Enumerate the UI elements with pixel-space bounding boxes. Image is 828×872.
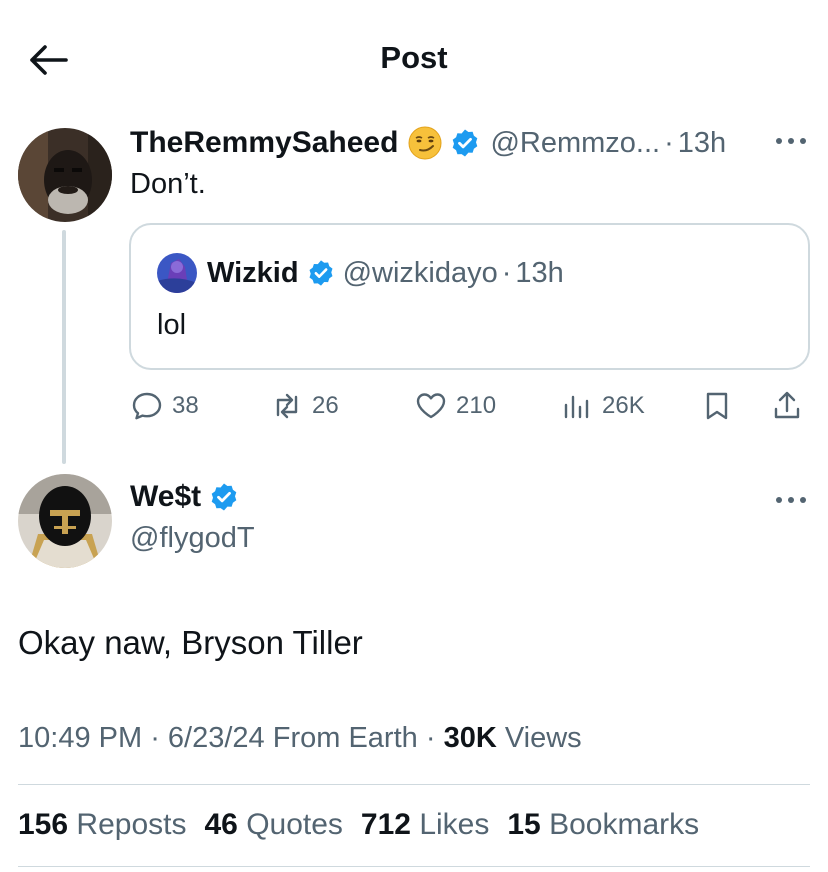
reply-icon bbox=[132, 392, 162, 420]
author-name[interactable]: TheRemmySaheed bbox=[130, 126, 398, 160]
avatar[interactable] bbox=[18, 128, 112, 222]
analytics-icon bbox=[564, 395, 589, 419]
views-count: 26K bbox=[602, 392, 645, 419]
likes-stat[interactable]: 712 Likes bbox=[361, 808, 489, 842]
parent-post-header: TheRemmySaheed @Remmzo... · 13h bbox=[130, 124, 726, 162]
views-count: 30K bbox=[443, 722, 497, 754]
top-bar: Post bbox=[0, 0, 828, 118]
more-options-icon[interactable] bbox=[776, 496, 806, 504]
thread-line bbox=[62, 230, 66, 464]
author-handle[interactable]: @flygodT bbox=[130, 522, 255, 555]
separator-dot: · bbox=[425, 722, 444, 754]
quoted-author-name: Wizkid bbox=[207, 256, 299, 289]
engagement-stats: 156 Reposts 46 Quotes 712 Likes 15 Bookm… bbox=[18, 808, 717, 842]
smirk-emoji-icon bbox=[408, 126, 442, 160]
share-button[interactable] bbox=[770, 386, 804, 426]
reply-button[interactable]: 38 bbox=[130, 386, 199, 426]
divider bbox=[18, 866, 810, 867]
verified-badge-icon bbox=[453, 129, 478, 157]
post-time[interactable]: 10:49 PM bbox=[18, 722, 142, 754]
share-icon bbox=[774, 391, 800, 419]
post-time[interactable]: 13h bbox=[678, 127, 726, 160]
reposts-label: Reposts bbox=[76, 808, 187, 841]
quoted-author-handle: @wizkidayo bbox=[342, 256, 498, 289]
repost-button[interactable]: 26 bbox=[270, 386, 339, 426]
likes-label: Likes bbox=[419, 808, 490, 841]
views-button[interactable]: 26K bbox=[560, 386, 645, 426]
quotes-stat[interactable]: 46 Quotes bbox=[204, 808, 342, 842]
reply-count: 38 bbox=[172, 392, 199, 419]
quoted-post-text: lol bbox=[157, 309, 187, 341]
main-post-header: We$t bbox=[130, 480, 239, 514]
post-source: From Earth bbox=[272, 722, 418, 754]
author-name[interactable]: We$t bbox=[130, 480, 201, 514]
reposts-count: 156 bbox=[18, 808, 69, 841]
separator-dot: · bbox=[501, 256, 512, 289]
post-metadata: 10:49 PM · 6/23/24 From Earth · 30K View… bbox=[18, 722, 582, 755]
bookmarks-stat[interactable]: 15 Bookmarks bbox=[507, 808, 699, 842]
author-handle[interactable]: @Remmzo... bbox=[490, 127, 660, 160]
views-label: Views bbox=[504, 722, 582, 754]
post-text: Okay naw, Bryson Tiller bbox=[18, 624, 363, 661]
bookmark-button[interactable] bbox=[700, 386, 734, 426]
divider bbox=[18, 784, 810, 785]
like-button[interactable]: 210 bbox=[414, 386, 496, 426]
repost-count: 26 bbox=[312, 392, 339, 419]
post-text: Don’t. bbox=[130, 168, 206, 200]
page-title: Post bbox=[380, 40, 448, 75]
more-options-icon[interactable] bbox=[776, 137, 806, 145]
quoted-post-time: 13h bbox=[515, 256, 564, 289]
separator-dot: · bbox=[150, 722, 168, 754]
separator-dot: · bbox=[664, 126, 674, 159]
bookmark-icon bbox=[706, 392, 728, 420]
like-count: 210 bbox=[456, 392, 497, 419]
bookmarks-label: Bookmarks bbox=[549, 808, 700, 841]
verified-badge-icon bbox=[211, 483, 237, 511]
quoted-post[interactable]: Wizkid @wizkidayo · 13h lol bbox=[129, 223, 810, 370]
quotes-count: 46 bbox=[204, 808, 238, 841]
verified-badge-icon bbox=[309, 260, 333, 286]
quotes-label: Quotes bbox=[246, 808, 343, 841]
reposts-stat[interactable]: 156 Reposts bbox=[18, 808, 186, 842]
post-date[interactable]: 6/23/24 bbox=[168, 722, 265, 754]
heart-icon bbox=[416, 393, 446, 419]
post-actions: 38 26 210 26K bbox=[130, 386, 810, 426]
likes-count: 712 bbox=[360, 808, 411, 841]
repost-icon bbox=[276, 393, 298, 419]
quoted-avatar bbox=[157, 253, 197, 293]
avatar[interactable] bbox=[18, 474, 112, 568]
bookmarks-count: 15 bbox=[507, 808, 541, 841]
quoted-post-header: Wizkid @wizkidayo · 13h bbox=[157, 253, 564, 293]
